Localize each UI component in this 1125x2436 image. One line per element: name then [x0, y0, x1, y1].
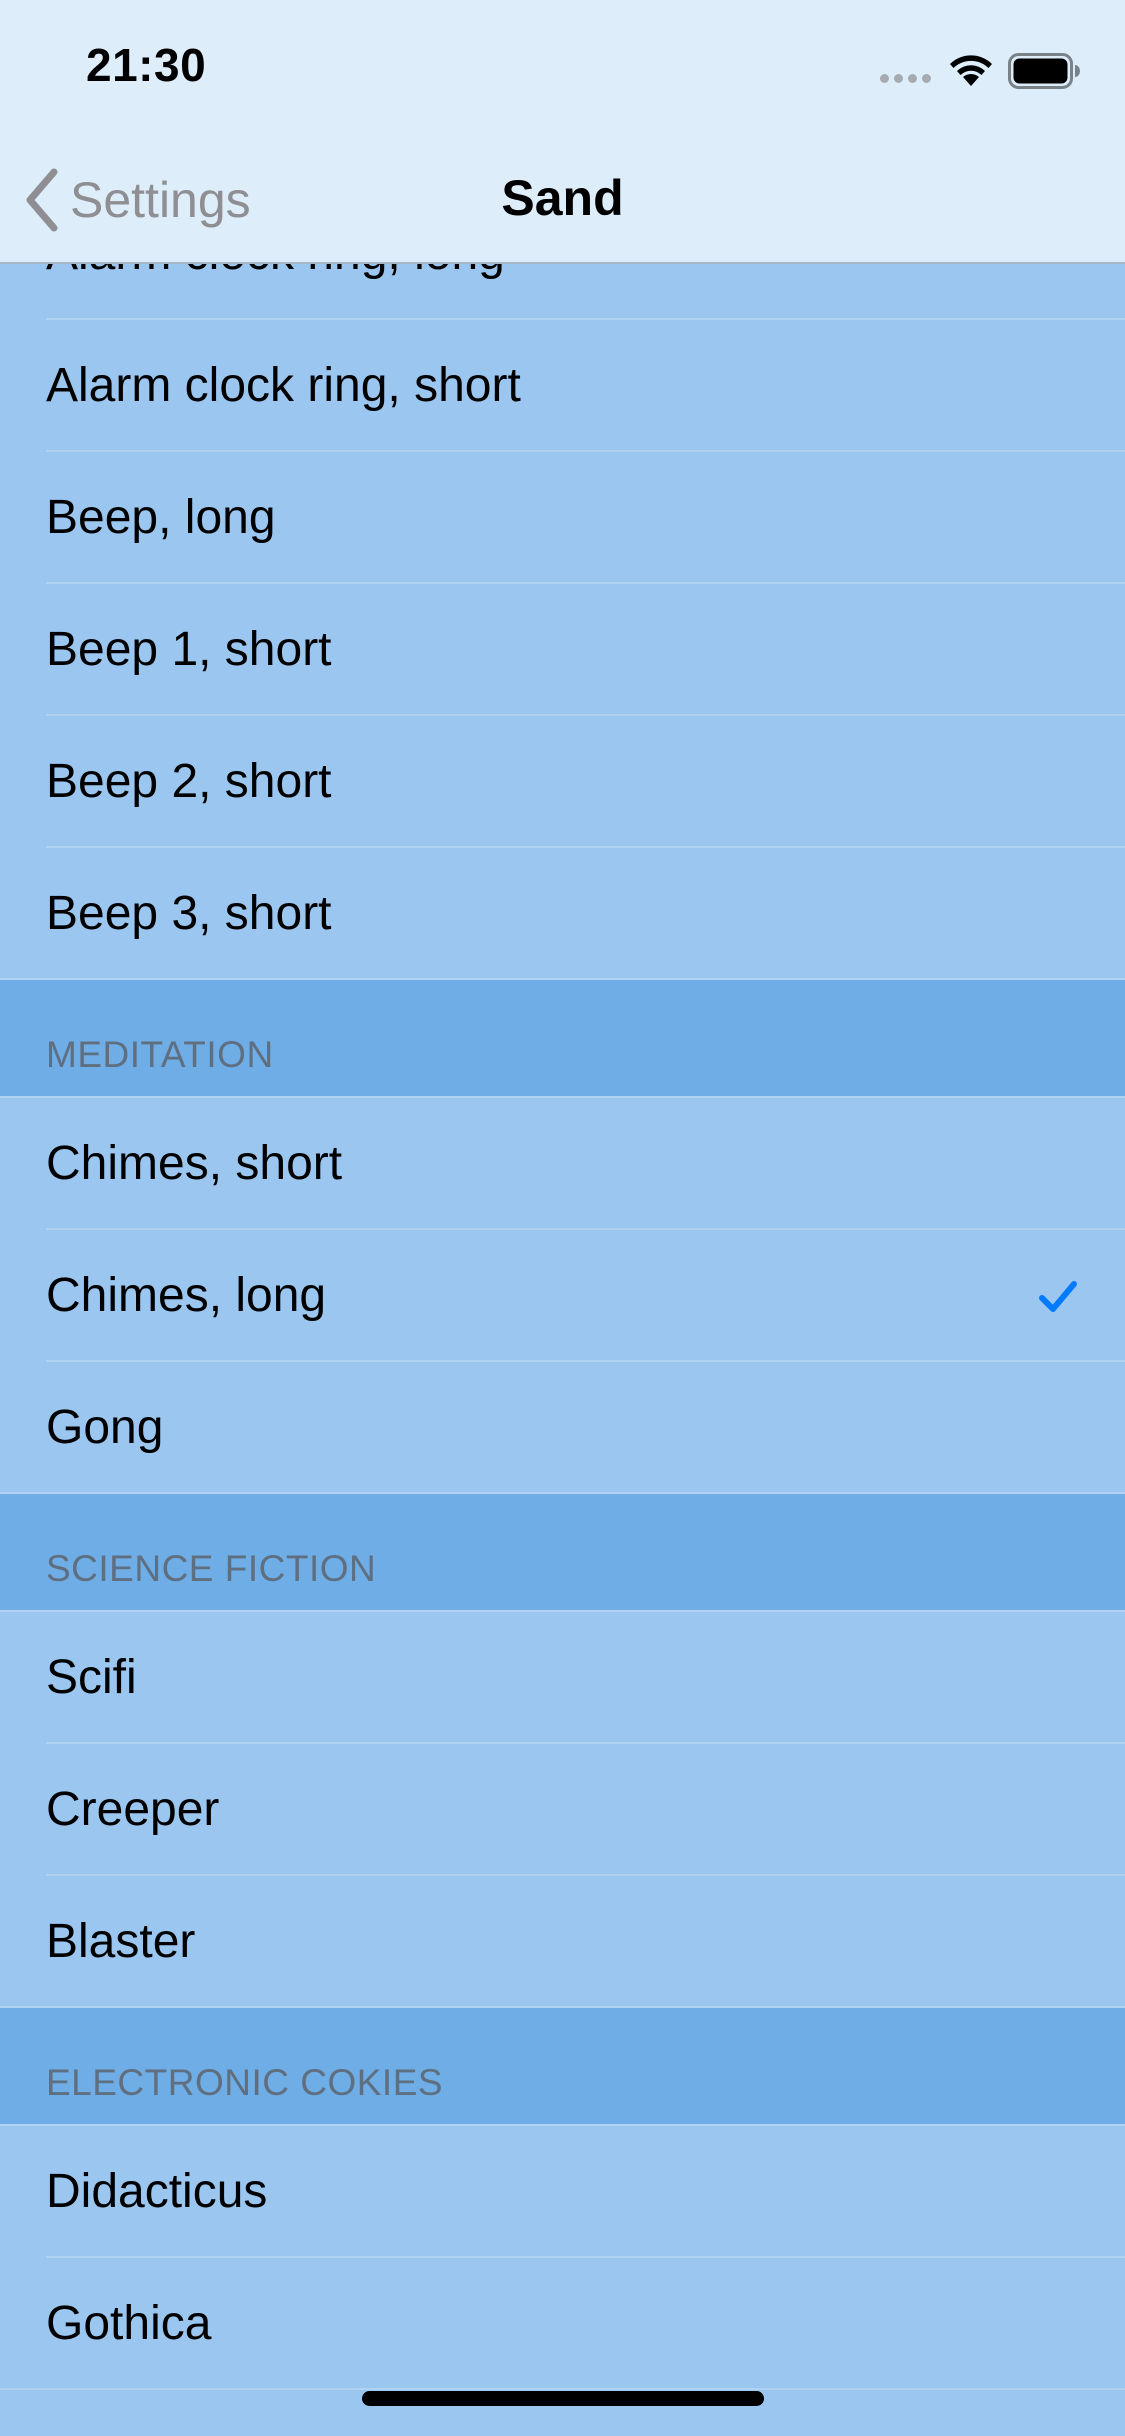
sound-option-label: Beep 1, short — [46, 623, 332, 676]
sound-option-label: Gong — [46, 1401, 164, 1454]
section-header: MEDITATION — [0, 980, 1125, 1098]
sound-option-row[interactable]: Beep 1, short — [0, 584, 1125, 716]
page-title: Sand — [501, 170, 624, 226]
sound-option-row[interactable]: Beep, long — [0, 452, 1125, 584]
section-header-label: SCIENCE FICTION — [46, 1548, 377, 1589]
checkmark-icon — [1039, 1281, 1077, 1312]
sound-option-row[interactable]: Beep 2, short — [0, 716, 1125, 848]
sound-option-row[interactable]: Alarm clock ring, short — [0, 320, 1125, 452]
home-indicator[interactable] — [362, 2391, 764, 2406]
wifi-icon — [950, 55, 992, 86]
sound-option-row[interactable]: Scifi — [0, 1612, 1125, 1744]
sound-option-label: Scifi — [46, 1651, 137, 1704]
sound-option-row[interactable]: Creeper — [0, 1744, 1125, 1876]
sound-option-label: Beep, long — [46, 491, 276, 544]
sound-option-label: Blaster — [46, 1915, 196, 1968]
sound-option-label: Chimes, short — [46, 1137, 343, 1190]
sound-option-row[interactable]: Chimes, long — [0, 1230, 1125, 1362]
sound-list: Alarm clock ring, longAlarm clock ring, … — [0, 188, 1125, 2390]
sound-option-label: Chimes, long — [46, 1269, 327, 1322]
sound-option-row[interactable]: Gothica — [0, 2258, 1125, 2390]
navigation-bar: Settings Sand — [0, 135, 1125, 264]
row-separator — [0, 2388, 1125, 2390]
sound-option-label: Alarm clock ring, short — [46, 359, 521, 412]
sound-option-row[interactable]: Gong — [0, 1362, 1125, 1494]
status-bar: 21:30 — [0, 0, 1125, 135]
sound-option-label: Beep 2, short — [46, 755, 332, 808]
cellular-signal-icon — [880, 74, 932, 84]
section-header: SCIENCE FICTION — [0, 1494, 1125, 1612]
sound-option-row[interactable]: Beep 3, short — [0, 848, 1125, 980]
status-time: 21:30 — [86, 39, 207, 91]
sound-option-row[interactable]: Didacticus — [0, 2126, 1125, 2258]
sound-option-label: Beep 3, short — [46, 887, 332, 940]
sound-option-row[interactable]: Chimes, short — [0, 1098, 1125, 1230]
section-header: ELECTRONIC COKIES — [0, 2008, 1125, 2126]
sound-option-label: Gothica — [46, 2297, 212, 2350]
sound-option-label: Creeper — [46, 1783, 220, 1836]
section-header-label: ELECTRONIC COKIES — [46, 2062, 444, 2103]
battery-icon — [1008, 53, 1080, 89]
sound-option-label: Didacticus — [46, 2165, 268, 2218]
sound-option-row[interactable]: Blaster — [0, 1876, 1125, 2008]
section-header-label: MEDITATION — [46, 1034, 274, 1075]
